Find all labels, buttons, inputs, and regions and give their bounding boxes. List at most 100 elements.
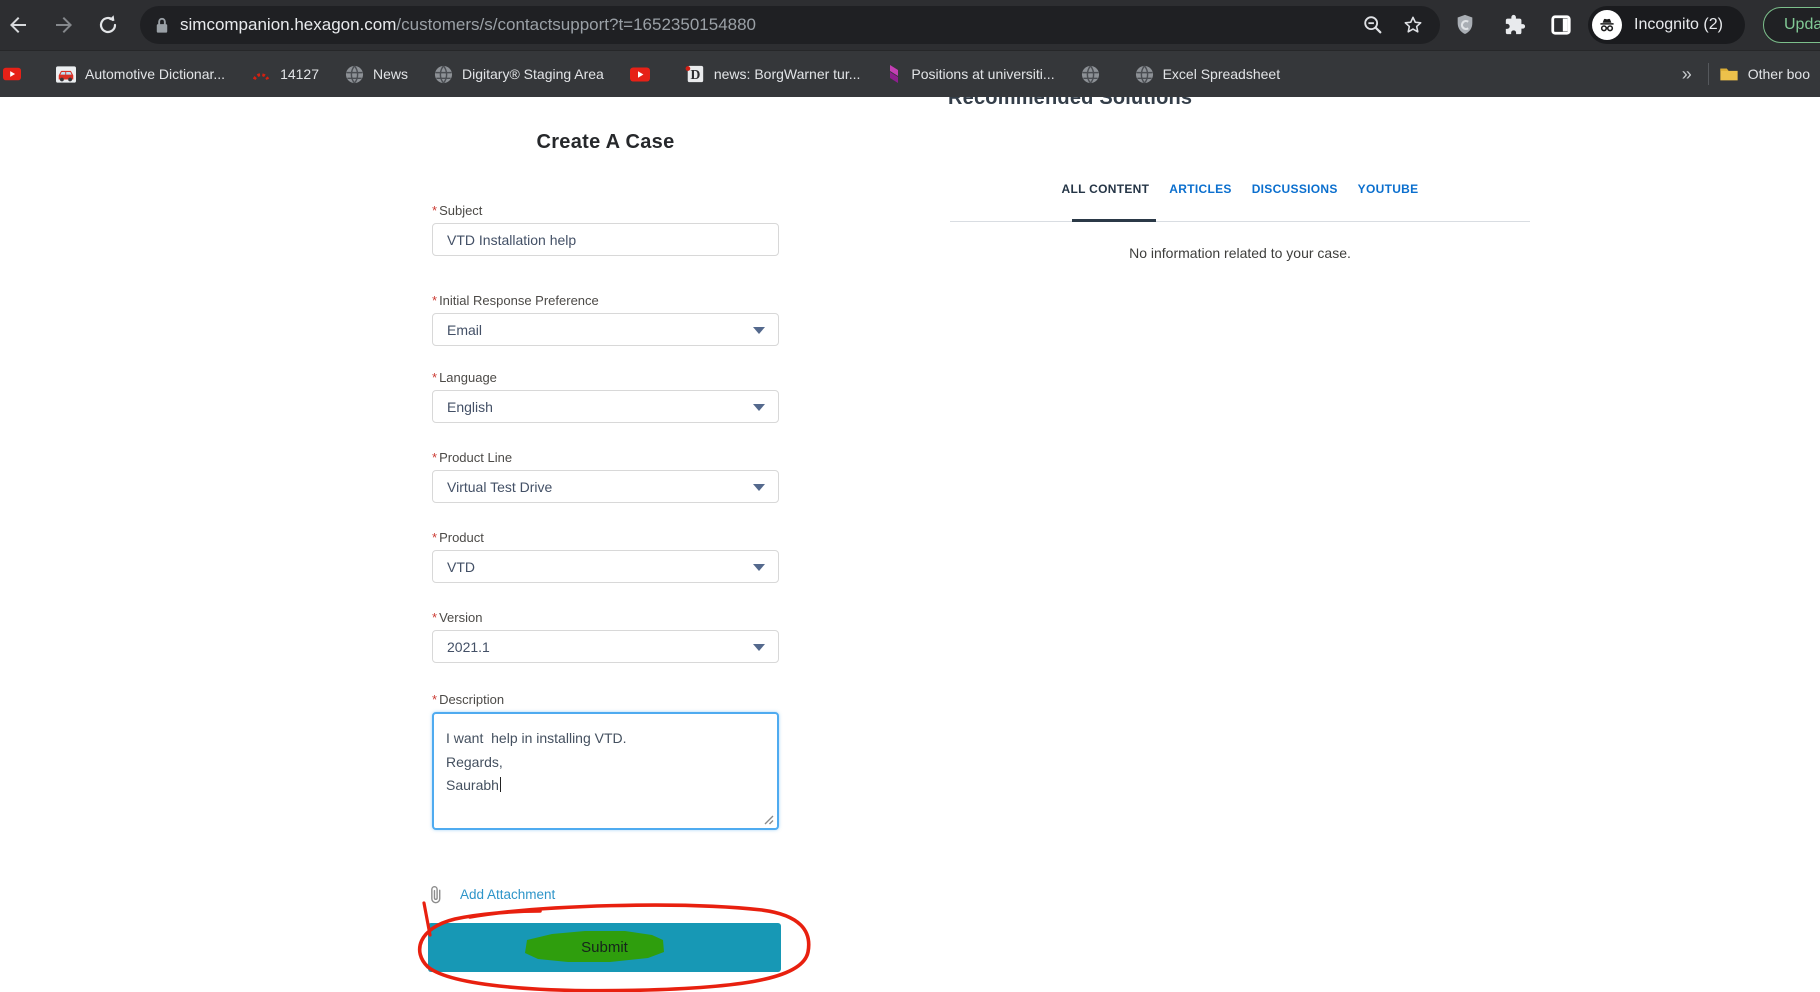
puzzle-piece-icon — [1505, 14, 1526, 35]
bookmark-news[interactable]: News — [345, 64, 408, 84]
required-marker: * — [432, 370, 438, 385]
globe-icon — [1135, 64, 1153, 84]
bookmarks-overflow-button[interactable]: » — [1676, 64, 1698, 85]
side-panel-button[interactable] — [1548, 12, 1574, 38]
folder-icon — [1720, 68, 1738, 80]
tab-youtube[interactable]: YOUTUBE — [1358, 182, 1419, 206]
field-label-version: * Version — [432, 610, 483, 625]
dropdown-caret-icon — [753, 564, 765, 571]
submit-button[interactable] — [428, 923, 781, 972]
dropdown-caret-icon — [753, 484, 765, 491]
active-tab-underline — [1072, 219, 1156, 222]
back-button[interactable] — [4, 11, 32, 39]
forward-arrow-icon — [56, 17, 72, 33]
bookmark-automotive-dictionary[interactable]: Automotive Dictionar... — [56, 65, 225, 83]
bookmark-positions-universities[interactable]: Positions at universiti... — [886, 64, 1055, 84]
field-label-subject: * Subject — [432, 203, 483, 218]
incognito-badge[interactable]: Incognito (2) — [1588, 6, 1745, 44]
tabs-divider — [950, 221, 1530, 222]
dropdown-caret-icon — [753, 404, 765, 411]
address-bar[interactable]: simcompanion.hexagon.com/customers/s/con… — [140, 6, 1440, 44]
initial-response-preference-select[interactable]: Email — [432, 313, 779, 346]
browser-window: simcompanion.hexagon.com/customers/s/con… — [0, 0, 1820, 992]
page-content: Create A Case * Subject VTD Installation … — [0, 87, 1820, 992]
bookmark-excel-spreadsheet[interactable]: Excel Spreadsheet — [1135, 64, 1280, 84]
bookmark-star-button[interactable] — [1400, 12, 1426, 38]
tab-discussions[interactable]: DISCUSSIONS — [1252, 182, 1338, 206]
star-icon — [1404, 16, 1422, 33]
required-marker: * — [432, 293, 438, 308]
page-title: Create A Case — [536, 131, 675, 153]
reload-icon — [99, 15, 117, 34]
incognito-icon — [1600, 18, 1614, 32]
bookmark-youtube[interactable] — [3, 67, 30, 81]
no-results-message: No information related to your case. — [1129, 245, 1351, 261]
zoom-out-button[interactable] — [1360, 12, 1386, 38]
version-select[interactable]: 2021.1 — [432, 630, 779, 663]
globe-icon — [1081, 64, 1099, 84]
language-select[interactable]: English — [432, 390, 779, 423]
url-text: simcompanion.hexagon.com/customers/s/con… — [180, 15, 1346, 35]
d-news-icon: D — [685, 65, 704, 83]
lock-icon — [156, 17, 168, 33]
dropdown-caret-icon — [753, 644, 765, 651]
zoom-out-icon — [1364, 16, 1382, 34]
required-marker: * — [432, 692, 438, 707]
bookmarks-separator — [1707, 63, 1709, 85]
field-label-language: * Language — [432, 370, 497, 385]
youtube-icon — [3, 67, 21, 81]
product-select[interactable]: VTD — [432, 550, 779, 583]
car-icon — [56, 65, 76, 83]
globe-icon — [345, 64, 364, 84]
description-line: Saurabh — [446, 777, 501, 793]
incognito-avatar — [1592, 10, 1622, 40]
bookmark-globe[interactable] — [1081, 64, 1109, 84]
description-line: Regards, — [446, 753, 503, 770]
solutions-tabs: ALL CONTENT ARTICLES DISCUSSIONS YOUTUBE — [950, 182, 1530, 206]
incognito-label: Incognito (2) — [1634, 16, 1723, 33]
bookmark-youtube-2[interactable] — [629, 67, 659, 82]
add-attachment-link[interactable]: Add Attachment — [460, 887, 555, 902]
description-textarea[interactable]: I want help in installing VTD. Regards, … — [432, 712, 779, 830]
other-bookmarks-folder[interactable]: Other boo — [1719, 66, 1810, 83]
bookmark-digitary-staging[interactable]: Digitary® Staging Area — [434, 64, 604, 84]
subject-input[interactable]: VTD Installation help — [432, 223, 779, 256]
svg-text:D: D — [690, 67, 700, 82]
field-label-description: * Description — [432, 692, 505, 707]
extensions-button[interactable] — [1502, 12, 1528, 38]
bookmark-14127[interactable]: 14127 — [251, 66, 319, 82]
resize-handle-icon[interactable] — [762, 813, 774, 825]
reload-button[interactable] — [94, 11, 122, 39]
back-arrow-icon — [10, 17, 26, 33]
required-marker: * — [432, 530, 438, 545]
url-path: /customers/s/contactsupport?t=1652350154… — [396, 15, 757, 34]
add-attachment-row: Add Attachment — [428, 885, 555, 904]
product-line-select[interactable]: Virtual Test Drive — [432, 470, 779, 503]
field-label-product-line: * Product Line — [432, 450, 513, 465]
bookmark-borgwarner-news[interactable]: D news: BorgWarner tur... — [685, 64, 860, 84]
purple-ribbon-icon — [890, 65, 899, 83]
dropdown-caret-icon — [753, 327, 765, 334]
tab-all-content[interactable]: ALL CONTENT — [1062, 182, 1150, 206]
browser-toolbar: simcompanion.hexagon.com/customers/s/con… — [0, 0, 1820, 50]
tab-articles[interactable]: ARTICLES — [1169, 182, 1231, 206]
field-label-initial-response-preference: * Initial Response Preference — [432, 293, 599, 308]
annotation-layer — [417, 901, 811, 992]
shield-icon — [1457, 14, 1473, 34]
youtube-icon — [629, 67, 650, 81]
field-label-product: * Product — [432, 530, 484, 545]
required-marker: * — [432, 610, 438, 625]
forward-button[interactable] — [50, 11, 78, 39]
url-domain: simcompanion.hexagon.com — [180, 15, 397, 34]
text-cursor — [499, 777, 501, 792]
shield-extension-button[interactable] — [1452, 12, 1478, 38]
description-line: I want help in installing VTD. — [446, 730, 627, 746]
update-chrome-button[interactable]: Upda — [1763, 7, 1820, 43]
required-marker: * — [432, 450, 438, 465]
bookmarks-bar-right: » Other boo — [1676, 63, 1810, 85]
bookmarks-bar: Automotive Dictionar... 14127 News Digit… — [0, 50, 1820, 97]
paperclip-icon — [431, 886, 441, 904]
required-marker: * — [432, 203, 438, 218]
globe-icon — [434, 64, 453, 84]
red-arc-icon — [252, 73, 270, 81]
